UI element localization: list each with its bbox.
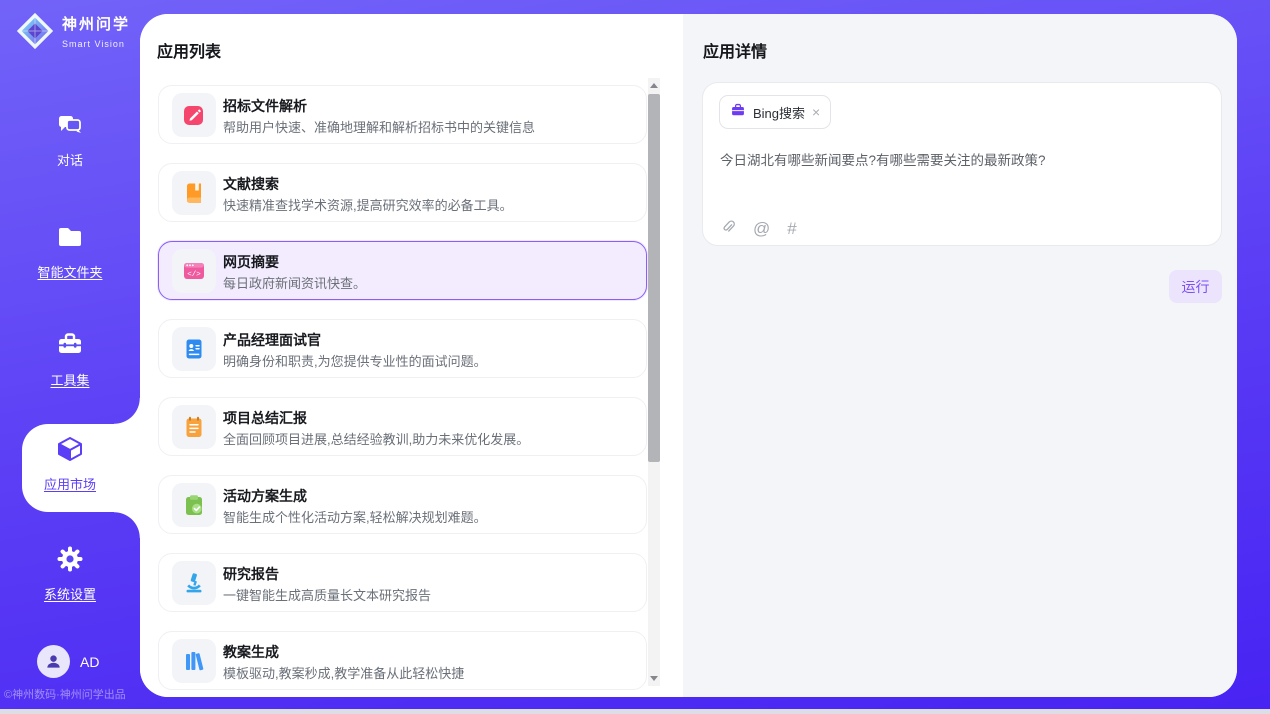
- app-card-title: 网页摘要: [223, 252, 279, 272]
- app-card-title: 招标文件解析: [223, 96, 307, 116]
- brand-name: 神州问学: [62, 16, 130, 33]
- app-card-description: 一键智能生成高质量长文本研究报告: [223, 585, 431, 604]
- app-card-title: 产品经理面试官: [223, 330, 321, 350]
- sidebar-item-settings[interactable]: 系统设置: [0, 544, 140, 603]
- svg-text:</>: </>: [187, 271, 201, 279]
- app-card-literature-search[interactable]: 文献搜索 快速精准查找学术资源,提高研究效率的必备工具。: [158, 163, 647, 222]
- scrollbar-up-arrow-icon[interactable]: [650, 83, 658, 88]
- app-card-title: 研究报告: [223, 564, 279, 584]
- nav-active-blob-fillet-top: [114, 398, 140, 424]
- gear-icon: [55, 544, 85, 574]
- app-card-title: 文献搜索: [223, 174, 279, 194]
- prompt-card: Bing搜索 × 今日湖北有哪些新闻要点?有哪些需要关注的最新政策? @ #: [702, 82, 1222, 246]
- user-account[interactable]: AD: [37, 645, 99, 678]
- prompt-input[interactable]: 今日湖北有哪些新闻要点?有哪些需要关注的最新政策?: [720, 149, 1206, 169]
- app-card-description: 帮助用户快速、准确地理解和解析招标书中的关键信息: [223, 117, 535, 136]
- at-icon[interactable]: @: [753, 220, 770, 237]
- app-card-research-report[interactable]: 研究报告 一键智能生成高质量长文本研究报告: [158, 553, 647, 612]
- hash-icon[interactable]: #: [787, 220, 796, 237]
- app-card-description: 全面回顾项目进展,总结经验教训,助力未来优化发展。: [223, 429, 529, 448]
- app-frame: 神州问学 Smart Vision 对话: [0, 0, 1270, 709]
- app-card-pm-interviewer[interactable]: 产品经理面试官 明确身份和职责,为您提供专业性的面试问题。: [158, 319, 647, 378]
- app-card-webpage-summary[interactable]: </> 网页摘要 每日政府新闻资讯快查。: [158, 241, 647, 300]
- app-card-lesson-plan[interactable]: 教案生成 模板驱动,教案秒成,教学准备从此轻松快捷: [158, 631, 647, 690]
- interviewer-doc-icon: [172, 327, 216, 371]
- chat-icon: [55, 110, 85, 140]
- sidebar-item-label: 智能文件夹: [0, 262, 140, 281]
- app-card-tender-analysis[interactable]: 招标文件解析 帮助用户快速、准确地理解和解析招标书中的关键信息: [158, 85, 647, 144]
- literature-book-icon: [172, 171, 216, 215]
- app-list-panel: 应用列表 招标文件解析 帮助用户快速、准确地理解和解析招标书中的关键信息: [140, 14, 683, 697]
- scrollbar-down-arrow-icon[interactable]: [650, 676, 658, 681]
- lesson-books-icon: [172, 639, 216, 683]
- bottom-strip: [0, 709, 1270, 714]
- app-card-description: 智能生成个性化活动方案,轻松解决规划难题。: [223, 507, 487, 526]
- app-card-description: 快速精准查找学术资源,提高研究效率的必备工具。: [223, 195, 513, 214]
- sidebar-item-app-market[interactable]: 应用市场: [0, 434, 140, 493]
- app-detail-panel: 应用详情 Bing搜索 × 今日湖北有哪些新闻要点?有哪些需要关注的最新政策?: [683, 14, 1237, 697]
- run-button[interactable]: 运行: [1169, 270, 1222, 303]
- app-card-title: 项目总结汇报: [223, 408, 307, 428]
- avatar: [37, 645, 70, 678]
- brand-subtitle: Smart Vision: [62, 39, 125, 49]
- nav-active-blob-fillet-bottom: [114, 512, 140, 538]
- tool-tag-label: Bing搜索: [753, 103, 805, 122]
- app-card-project-summary[interactable]: 项目总结汇报 全面回顾项目进展,总结经验教训,助力未来优化发展。: [158, 397, 647, 456]
- webpage-code-icon: </>: [172, 249, 216, 293]
- sidebar-item-label: 应用市场: [0, 474, 140, 493]
- app-card-title: 活动方案生成: [223, 486, 307, 506]
- diamond-logo-icon: [14, 10, 56, 57]
- research-microscope-icon: [172, 561, 216, 605]
- sidebar-footer: ©神州数码·神州问学出品: [4, 686, 138, 702]
- main-content: 应用列表 招标文件解析 帮助用户快速、准确地理解和解析招标书中的关键信息: [140, 14, 1237, 697]
- list-scrollbar[interactable]: [648, 78, 660, 686]
- toolbox-icon: [55, 330, 85, 360]
- attachment-toolbar: @ #: [720, 217, 797, 240]
- app-detail-title: 应用详情: [703, 38, 767, 62]
- user-initials: AD: [80, 654, 99, 670]
- sidebar-item-smart-folders[interactable]: 智能文件夹: [0, 222, 140, 281]
- app-card-list: 招标文件解析 帮助用户快速、准确地理解和解析招标书中的关键信息 文献搜索 快速精…: [158, 85, 647, 697]
- sidebar-item-label: 工具集: [0, 370, 140, 389]
- scrollbar-thumb[interactable]: [648, 94, 660, 462]
- app-card-description: 模板驱动,教案秒成,教学准备从此轻松快捷: [223, 663, 464, 682]
- app-list-title: 应用列表: [157, 38, 221, 62]
- sidebar-item-chat[interactable]: 对话: [0, 110, 140, 169]
- activity-clipboard-icon: [172, 483, 216, 527]
- app-card-activity-plan[interactable]: 活动方案生成 智能生成个性化活动方案,轻松解决规划难题。: [158, 475, 647, 534]
- app-card-title: 教案生成: [223, 642, 279, 662]
- folder-icon: [55, 222, 85, 252]
- paperclip-icon[interactable]: [720, 217, 736, 240]
- tender-edit-icon: [172, 93, 216, 137]
- app-card-description: 明确身份和职责,为您提供专业性的面试问题。: [223, 351, 487, 370]
- cube-icon: [55, 434, 85, 464]
- sidebar: 神州问学 Smart Vision 对话: [0, 0, 140, 709]
- brand-logo: 神州问学 Smart Vision: [14, 10, 140, 57]
- app-card-description: 每日政府新闻资讯快查。: [223, 273, 366, 292]
- sidebar-item-label: 对话: [0, 150, 140, 169]
- tool-tag-close-icon[interactable]: ×: [812, 105, 820, 119]
- tool-tag-bing-search[interactable]: Bing搜索 ×: [719, 95, 831, 129]
- sidebar-item-toolset[interactable]: 工具集: [0, 330, 140, 389]
- briefcase-icon: [730, 102, 746, 123]
- report-notepad-icon: [172, 405, 216, 449]
- user-avatar-icon: [44, 652, 63, 671]
- sidebar-item-label: 系统设置: [0, 584, 140, 603]
